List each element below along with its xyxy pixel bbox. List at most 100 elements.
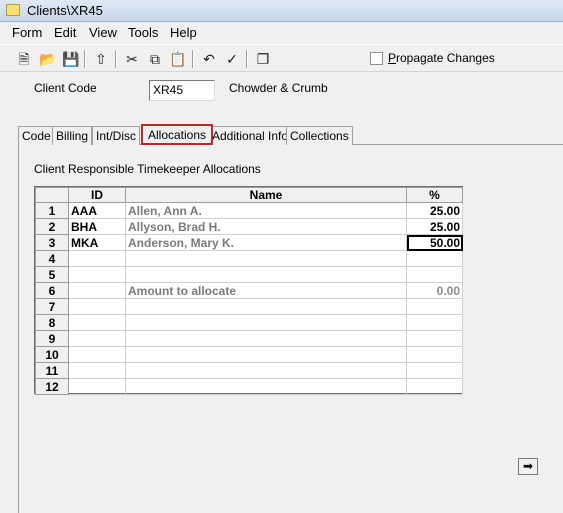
cell-name[interactable] xyxy=(125,362,407,379)
cell-name[interactable]: Allen, Ann A. xyxy=(125,202,407,219)
cell-percent[interactable] xyxy=(406,378,463,395)
open-folder-icon[interactable]: 📂 xyxy=(38,49,58,69)
row-number: 6 xyxy=(35,282,69,299)
cell-percent[interactable]: 25.00 xyxy=(406,218,463,235)
table-row[interactable]: 4 xyxy=(35,250,463,267)
table-row[interactable]: 6 Amount to allocate 0.00 xyxy=(35,282,463,299)
cell-percent[interactable] xyxy=(406,266,463,283)
toolbar-separator xyxy=(192,50,194,68)
new-document-icon[interactable]: 🗎 xyxy=(14,49,34,69)
grid-header-id[interactable]: ID xyxy=(68,187,126,203)
row-number: 7 xyxy=(35,298,69,315)
grid-header-corner xyxy=(35,187,69,203)
upload-icon[interactable]: ⇧ xyxy=(91,49,111,69)
row-number: 2 xyxy=(35,218,69,235)
tab-additional-info[interactable]: Additional Info xyxy=(208,126,293,145)
cell-name[interactable] xyxy=(125,330,407,347)
menu-tools[interactable]: Tools xyxy=(128,25,158,40)
undo-icon[interactable]: ↶ xyxy=(199,49,219,69)
paste-icon[interactable]: 📋 xyxy=(168,49,188,69)
table-row[interactable]: 5 xyxy=(35,266,463,283)
cell-percent[interactable] xyxy=(406,298,463,315)
grid-header-row: ID Name % xyxy=(35,187,463,203)
spellcheck-icon[interactable]: ✓ xyxy=(222,49,242,69)
client-name: Chowder & Crumb xyxy=(229,81,328,95)
table-row[interactable]: 8 xyxy=(35,314,463,331)
row-number: 9 xyxy=(35,330,69,347)
cell-percent[interactable] xyxy=(406,314,463,331)
grid-header-name[interactable]: Name xyxy=(125,187,407,203)
cell-id[interactable]: BHA xyxy=(68,218,126,235)
cell-id[interactable] xyxy=(68,378,126,395)
save-icon[interactable]: 💾 xyxy=(61,49,81,69)
table-row[interactable]: 7 xyxy=(35,298,463,315)
table-row[interactable]: 10 xyxy=(35,346,463,363)
title-bar: Clients\XR45 xyxy=(0,0,563,22)
cell-id[interactable] xyxy=(68,314,126,331)
cell-name[interactable] xyxy=(125,266,407,283)
menu-view[interactable]: View xyxy=(89,25,117,40)
grid-header-percent[interactable]: % xyxy=(406,187,463,203)
cell-name[interactable] xyxy=(125,346,407,363)
windows-icon[interactable]: ❐ xyxy=(253,49,273,69)
cell-percent[interactable] xyxy=(406,330,463,347)
copy-icon[interactable]: ⧉ xyxy=(145,49,165,69)
table-row[interactable]: 11 xyxy=(35,362,463,379)
menu-edit[interactable]: Edit xyxy=(54,25,76,40)
next-arrow-button[interactable]: ➡ xyxy=(518,458,538,475)
cell-name[interactable]: Anderson, Mary K. xyxy=(125,234,407,251)
table-row[interactable]: 3 MKA Anderson, Mary K. 50.00 xyxy=(35,234,463,251)
right-arrow-icon: ➡ xyxy=(522,459,534,473)
cell-id[interactable] xyxy=(68,362,126,379)
cell-percent[interactable] xyxy=(406,250,463,267)
allocation-grid[interactable]: ID Name % 1 AAA Allen, Ann A. 25.00 2 BHA Ally… xyxy=(34,186,463,395)
toolbar-separator xyxy=(84,50,86,68)
propagate-changes-label: Propagate Changes xyxy=(388,51,495,65)
cell-id[interactable] xyxy=(68,266,126,283)
row-number: 4 xyxy=(35,250,69,267)
tab-int-disc[interactable]: Int/Disc xyxy=(92,126,141,145)
cell-name[interactable] xyxy=(125,250,407,267)
tab-billing[interactable]: Billing xyxy=(52,126,93,145)
cell-id[interactable] xyxy=(68,250,126,267)
table-row[interactable]: 9 xyxy=(35,330,463,347)
tab-collections[interactable]: Collections xyxy=(286,126,353,145)
cell-id[interactable]: MKA xyxy=(68,234,126,251)
row-number: 5 xyxy=(35,266,69,283)
row-number: 1 xyxy=(35,202,69,219)
tab-allocations[interactable]: Allocations xyxy=(141,124,214,145)
menu-bar: Form Edit View Tools Help xyxy=(0,23,563,43)
cell-percent[interactable]: 50.00 xyxy=(406,234,463,251)
row-number: 11 xyxy=(35,362,69,379)
cell-name[interactable] xyxy=(125,314,407,331)
table-row[interactable]: 1 AAA Allen, Ann A. 25.00 xyxy=(35,202,463,219)
cell-name[interactable]: Allyson, Brad H. xyxy=(125,218,407,235)
menu-help[interactable]: Help xyxy=(170,25,197,40)
cell-id[interactable] xyxy=(68,282,126,299)
table-row[interactable]: 12 xyxy=(35,378,463,395)
cell-id[interactable]: AAA xyxy=(68,202,126,219)
row-number: 12 xyxy=(35,378,69,395)
cut-icon[interactable]: ✂ xyxy=(122,49,142,69)
cell-percent[interactable]: 0.00 xyxy=(406,282,463,299)
menu-form[interactable]: Form xyxy=(12,25,42,40)
cell-id[interactable] xyxy=(68,346,126,363)
propagate-changes-checkbox[interactable] xyxy=(370,52,383,65)
section-label: Client Responsible Timekeeper Allocation… xyxy=(34,162,261,176)
cell-percent[interactable]: 25.00 xyxy=(406,202,463,219)
client-code-label: Client Code xyxy=(34,81,97,95)
cell-name[interactable]: Amount to allocate xyxy=(125,282,407,299)
table-row[interactable]: 2 BHA Allyson, Brad H. 25.00 xyxy=(35,218,463,235)
window-title: Clients\XR45 xyxy=(27,3,103,18)
cell-percent[interactable] xyxy=(406,362,463,379)
toolbar-separator xyxy=(115,50,117,68)
cell-name[interactable] xyxy=(125,298,407,315)
client-code-field[interactable]: XR45 xyxy=(149,80,215,101)
toolbar-separator xyxy=(246,50,248,68)
cell-name[interactable] xyxy=(125,378,407,395)
cell-percent[interactable] xyxy=(406,346,463,363)
cell-id[interactable] xyxy=(68,330,126,347)
row-number: 10 xyxy=(35,346,69,363)
tab-code[interactable]: Code xyxy=(18,126,55,145)
cell-id[interactable] xyxy=(68,298,126,315)
